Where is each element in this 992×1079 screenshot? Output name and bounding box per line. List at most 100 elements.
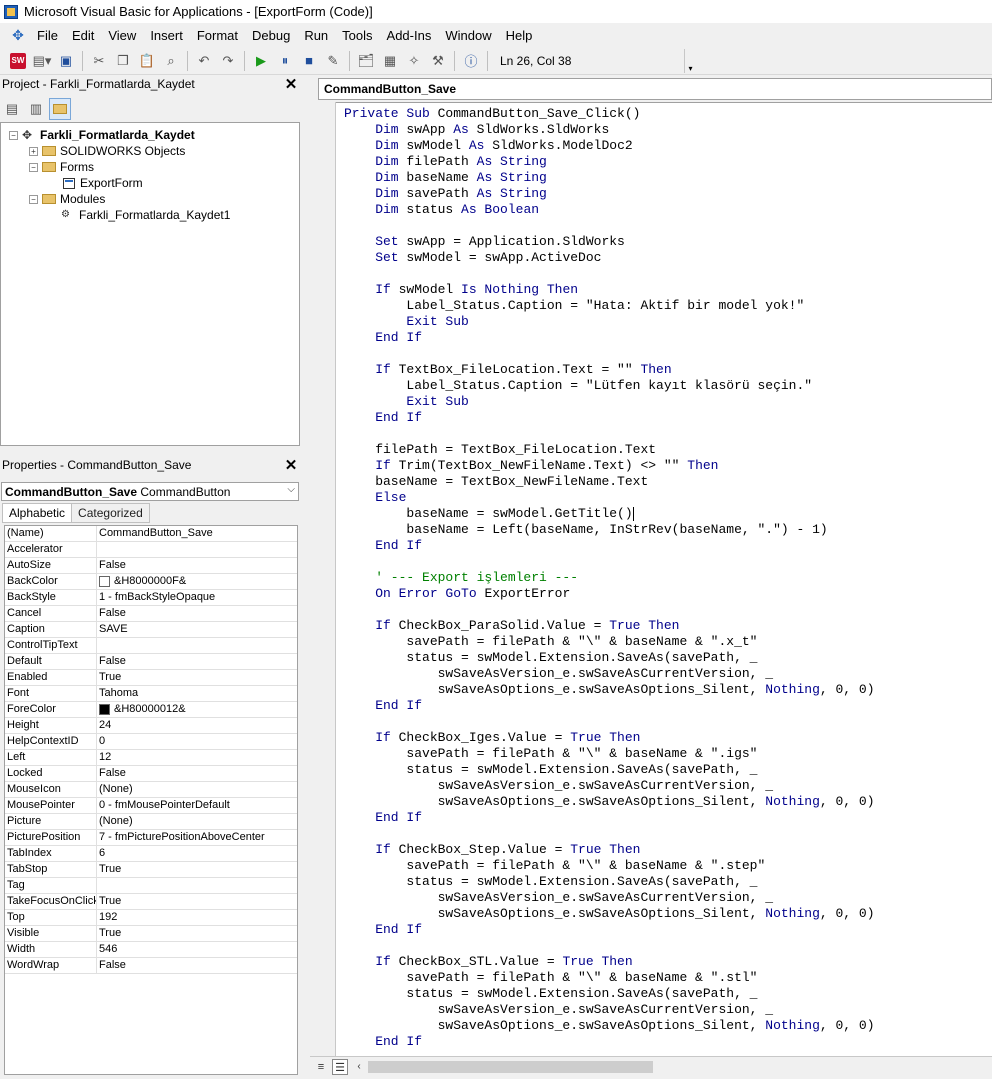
property-row[interactable]: MousePointer 0 - fmMousePointerDefault [5, 798, 297, 814]
property-row[interactable]: Width 546 [5, 942, 297, 958]
property-row[interactable]: (Name) CommandButton_Save [5, 526, 297, 542]
code-line[interactable]: If Trim(TextBox_NewFileName.Text) <> "" … [344, 458, 992, 474]
property-value[interactable]: 1 - fmBackStyleOpaque [97, 590, 297, 605]
toolbar-overflow-icon[interactable]: ▾ [684, 48, 696, 73]
property-row[interactable]: Picture (None) [5, 814, 297, 830]
property-value[interactable] [97, 878, 297, 893]
property-row[interactable]: ControlTipText [5, 638, 297, 654]
property-row[interactable]: Default False [5, 654, 297, 670]
view-code-icon[interactable]: ▤ [1, 98, 23, 120]
menu-run[interactable]: Run [297, 26, 335, 45]
scrollbar-thumb[interactable] [368, 1060, 653, 1073]
property-value[interactable]: (None) [97, 782, 297, 797]
code-line[interactable] [344, 346, 992, 362]
close-icon[interactable]: ✕ [282, 75, 300, 93]
property-value[interactable] [97, 638, 297, 653]
break-button[interactable]: ⏸ [274, 50, 296, 72]
property-value[interactable]: True [97, 926, 297, 941]
property-row[interactable]: AutoSize False [5, 558, 297, 574]
menu-view[interactable]: View [101, 26, 143, 45]
collapse-icon[interactable]: − [9, 130, 18, 140]
code-line[interactable]: Dim swApp As SldWorks.SldWorks [344, 122, 992, 138]
code-line[interactable]: Dim swModel As SldWorks.ModelDoc2 [344, 138, 992, 154]
code-line[interactable]: If CheckBox_Step.Value = True Then [344, 842, 992, 858]
property-row[interactable]: Top 192 [5, 910, 297, 926]
collapse-icon[interactable]: − [29, 194, 38, 204]
property-value[interactable]: False [97, 606, 297, 621]
menu-format[interactable]: Format [190, 26, 245, 45]
run-button[interactable]: ▶ [250, 50, 272, 72]
code-line[interactable]: End If [344, 810, 992, 826]
property-row[interactable]: TakeFocusOnClick True [5, 894, 297, 910]
code-line[interactable]: swSaveAsOptions_e.swSaveAsOptions_Silent… [344, 1018, 992, 1034]
code-line[interactable] [344, 714, 992, 730]
menu-edit[interactable]: Edit [65, 26, 101, 45]
property-row[interactable]: Accelerator [5, 542, 297, 558]
view-object-icon[interactable]: ▥ [25, 98, 47, 120]
menu-insert[interactable]: Insert [143, 26, 190, 45]
save-button[interactable]: ▣ [55, 50, 77, 72]
property-value[interactable]: 12 [97, 750, 297, 765]
code-line[interactable]: Exit Sub [344, 394, 992, 410]
cut-button[interactable]: ✂ [88, 50, 110, 72]
code-line[interactable]: Dim filePath As String [344, 154, 992, 170]
property-value[interactable]: 546 [97, 942, 297, 957]
property-value[interactable]: SAVE [97, 622, 297, 637]
code-line[interactable]: baseName = Left(baseName, InStrRev(baseN… [344, 522, 992, 538]
code-line[interactable]: Set swApp = Application.SldWorks [344, 234, 992, 250]
property-row[interactable]: Tag [5, 878, 297, 894]
code-line[interactable] [344, 266, 992, 282]
code-line[interactable]: If TextBox_FileLocation.Text = "" Then [344, 362, 992, 378]
property-row[interactable]: Font Tahoma [5, 686, 297, 702]
code-line[interactable]: savePath = filePath & "\" & baseName & "… [344, 634, 992, 650]
chevron-left-icon[interactable]: ‹ [352, 1061, 366, 1072]
code-line[interactable]: swSaveAsVersion_e.swSaveAsCurrentVersion… [344, 778, 992, 794]
property-value[interactable]: 7 - fmPicturePositionAboveCenter [97, 830, 297, 845]
reset-button[interactable]: ■ [298, 50, 320, 72]
code-line[interactable]: If swModel Is Nothing Then [344, 282, 992, 298]
code-margin-indicator[interactable] [310, 102, 336, 1056]
code-line[interactable] [344, 826, 992, 842]
code-line[interactable]: filePath = TextBox_FileLocation.Text [344, 442, 992, 458]
chevron-down-icon[interactable]: ⌵ [287, 484, 295, 495]
menu-window[interactable]: Window [438, 26, 498, 45]
property-value[interactable]: 6 [97, 846, 297, 861]
property-row[interactable]: WordWrap False [5, 958, 297, 974]
insert-userform-button[interactable]: ▤▾ [31, 50, 53, 72]
property-row[interactable]: HelpContextID 0 [5, 734, 297, 750]
code-line[interactable]: status = swModel.Extension.SaveAs(savePa… [344, 762, 992, 778]
full-module-view-icon[interactable]: ☰ [332, 1058, 348, 1075]
code-line[interactable]: savePath = filePath & "\" & baseName & "… [344, 970, 992, 986]
redo-button[interactable]: ↷ [217, 50, 239, 72]
object-browser-button[interactable]: ✧ [403, 50, 425, 72]
code-line[interactable]: ' --- Export işlemleri --- [344, 570, 992, 586]
property-value[interactable]: 192 [97, 910, 297, 925]
code-line[interactable]: End If [344, 922, 992, 938]
property-value[interactable]: 0 - fmMousePointerDefault [97, 798, 297, 813]
menu-debug[interactable]: Debug [245, 26, 297, 45]
code-line[interactable]: swSaveAsOptions_e.swSaveAsOptions_Silent… [344, 794, 992, 810]
horizontal-scrollbar[interactable]: ‹ [352, 1059, 992, 1075]
property-row[interactable]: Enabled True [5, 670, 297, 686]
property-row[interactable]: Caption SAVE [5, 622, 297, 638]
view-solidworks-button[interactable]: SW [7, 50, 29, 72]
menu-help[interactable]: Help [499, 26, 540, 45]
property-row[interactable]: Cancel False [5, 606, 297, 622]
tree-node-module[interactable]: ⚙ Farkli_Formatlarda_Kaydet1 [61, 207, 230, 223]
code-line[interactable] [344, 218, 992, 234]
code-line[interactable] [344, 938, 992, 954]
code-line[interactable]: savePath = filePath & "\" & baseName & "… [344, 746, 992, 762]
tree-node-modules[interactable]: − Modules [29, 191, 105, 207]
code-line[interactable]: Label_Status.Caption = "Lütfen kayıt kla… [344, 378, 992, 394]
code-line[interactable]: Private Sub CommandButton_Save_Click() [344, 106, 992, 122]
property-row[interactable]: Height 24 [5, 718, 297, 734]
property-value[interactable]: 24 [97, 718, 297, 733]
code-line[interactable] [344, 602, 992, 618]
design-mode-button[interactable]: ✎ [322, 50, 344, 72]
property-value[interactable]: False [97, 766, 297, 781]
code-line[interactable]: Label_Status.Caption = "Hata: Aktif bir … [344, 298, 992, 314]
property-row[interactable]: Left 12 [5, 750, 297, 766]
property-value[interactable]: 0 [97, 734, 297, 749]
paste-button[interactable]: 📋 [136, 50, 158, 72]
tree-node-project[interactable]: − ✥ Farkli_Formatlarda_Kaydet [9, 127, 195, 143]
